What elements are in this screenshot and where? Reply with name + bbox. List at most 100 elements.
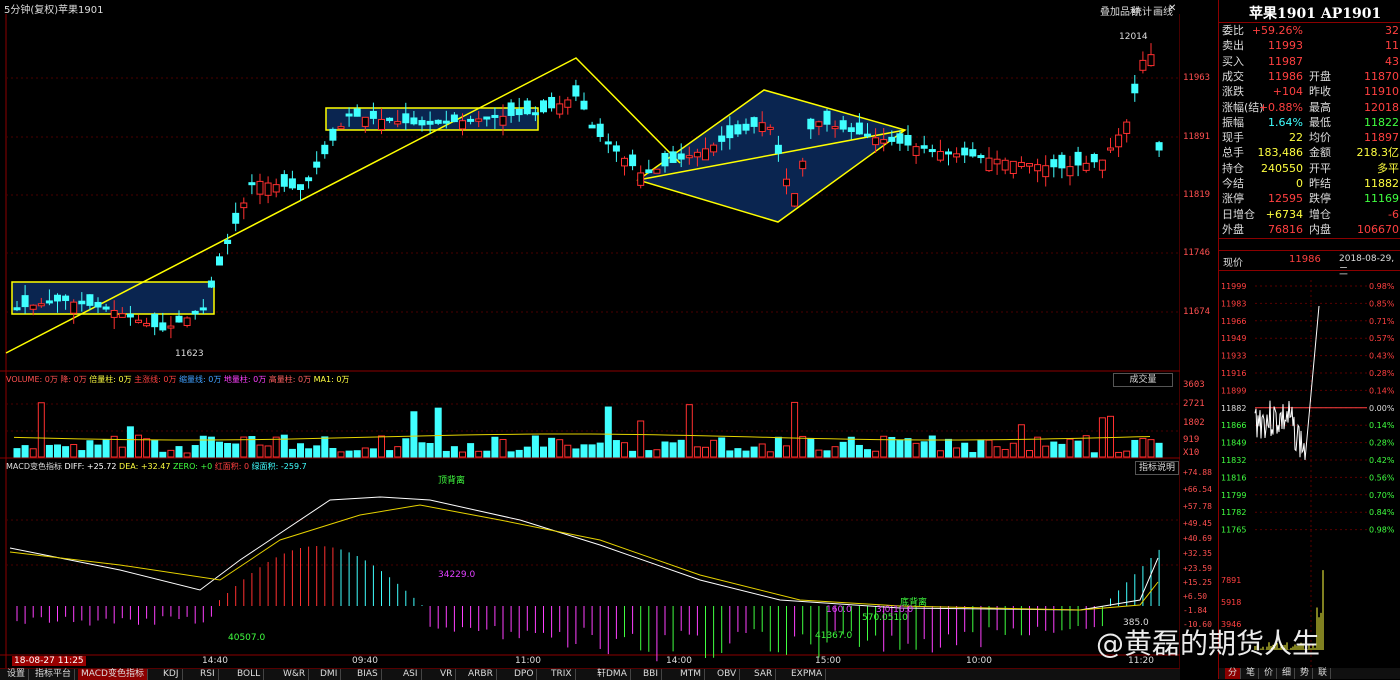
candle bbox=[402, 113, 410, 124]
intraday-vol-tick: 5918 bbox=[1221, 598, 1241, 607]
quote-tab[interactable]: 势 bbox=[1297, 668, 1314, 679]
quote-tab[interactable]: 笔 bbox=[1243, 668, 1260, 679]
candle bbox=[945, 151, 952, 155]
indicator-tab[interactable]: RSI bbox=[197, 669, 219, 680]
volume-bar bbox=[135, 434, 142, 458]
volume-bar bbox=[645, 450, 653, 458]
price-tick: 11746 bbox=[1183, 248, 1211, 258]
indicator-tab[interactable]: SAR bbox=[751, 669, 777, 680]
macd-name[interactable]: MACD变色指标 bbox=[6, 462, 62, 471]
volume-bar bbox=[783, 445, 790, 458]
quote-value: 22 bbox=[1289, 131, 1303, 145]
intraday-price-tick: 11949 bbox=[1221, 334, 1246, 343]
quote-label: 委比 bbox=[1222, 24, 1244, 37]
candle bbox=[1026, 163, 1033, 167]
volume-legend-item: 高量柱: 0万 bbox=[268, 375, 312, 384]
indicator-tab[interactable]: BOLL bbox=[234, 669, 265, 680]
candle bbox=[483, 116, 491, 120]
volume-tick: X10 bbox=[1183, 448, 1200, 458]
quote-row: 成交 11986 开盘 11870 bbox=[1219, 69, 1399, 84]
indicator-tab[interactable]: KDJ bbox=[160, 669, 183, 680]
intraday-pct-tick: 0.43% bbox=[1369, 352, 1395, 361]
volume-bar bbox=[1139, 437, 1147, 458]
quote-label: 开平 bbox=[1309, 161, 1331, 175]
candle bbox=[637, 172, 645, 186]
indicator-tab[interactable]: DMI bbox=[317, 669, 342, 680]
indicator-tab[interactable]: BBI bbox=[640, 669, 663, 680]
candle bbox=[896, 133, 904, 144]
indicator-tab[interactable]: MTM bbox=[677, 669, 706, 680]
candle bbox=[645, 169, 653, 174]
indicator-tab[interactable]: MACD变色指标 bbox=[78, 669, 148, 680]
volume-bar bbox=[288, 448, 296, 458]
macd-tick: +15.25 bbox=[1183, 578, 1212, 587]
candle bbox=[880, 139, 888, 144]
candle bbox=[888, 136, 896, 142]
indicator-tab[interactable]: TRIX bbox=[548, 669, 576, 680]
indicator-tab[interactable]: W&R bbox=[280, 669, 310, 680]
indicator-tab[interactable]: 指标平台 bbox=[32, 669, 76, 680]
quote-row: 总手 183,486 金额 218.3亿 bbox=[1219, 145, 1399, 160]
candle bbox=[1082, 162, 1090, 171]
intraday-pct-tick: 0.56% bbox=[1369, 473, 1395, 482]
quote-tab[interactable]: 细 bbox=[1279, 668, 1296, 679]
quote-label: 内盘 bbox=[1309, 222, 1331, 236]
volume-bar bbox=[791, 401, 799, 458]
candle bbox=[661, 152, 669, 167]
candle bbox=[151, 313, 159, 328]
volume-bar bbox=[669, 442, 677, 458]
quote-title: 苹果1901 AP1901 bbox=[1249, 6, 1382, 22]
volume-bar bbox=[540, 446, 547, 458]
quote-panel: 苹果1901 AP1901 委比 +59.26% 32 卖出 11993 11 买入 1198… bbox=[1218, 0, 1400, 679]
volume-legend-item: 地量柱: 0万 bbox=[223, 375, 267, 384]
candle bbox=[507, 102, 515, 116]
macd-tick: +74.88 bbox=[1183, 468, 1212, 477]
volume-bar bbox=[734, 448, 742, 458]
macd-dea: DEA: +32.47 bbox=[119, 462, 171, 471]
indicator-tab[interactable]: ARBR bbox=[465, 669, 497, 680]
candle bbox=[864, 133, 871, 137]
indicator-tab[interactable]: ASI bbox=[400, 669, 422, 680]
candle bbox=[240, 202, 248, 209]
candle bbox=[718, 135, 726, 142]
price-tick: 11891 bbox=[1183, 132, 1211, 142]
indicator-tab[interactable]: 轩DMA bbox=[594, 669, 631, 680]
indicator-tab[interactable]: EXPMA bbox=[788, 669, 827, 680]
candle bbox=[118, 313, 126, 318]
indicator-tab[interactable]: DPO bbox=[511, 669, 538, 680]
candle bbox=[288, 178, 296, 189]
candle bbox=[621, 157, 628, 167]
intraday-chart[interactable]: 11999 0.98% 11983 0.85% 11966 0.71% 11949 0.57%… bbox=[1219, 270, 1400, 668]
macd-header: MACD变色指标 DIFF: +25.72 DEA: +32.47 ZERO: … bbox=[6, 461, 307, 473]
volume-bar bbox=[726, 450, 734, 458]
candle bbox=[1050, 159, 1058, 168]
volume-bar bbox=[864, 449, 871, 458]
volume-bar bbox=[491, 436, 499, 458]
candle bbox=[1042, 165, 1050, 178]
quote-row: 涨跌 +104 昨收 11910 bbox=[1219, 84, 1399, 99]
volume-bar bbox=[62, 446, 70, 458]
volume-bar bbox=[888, 436, 896, 458]
quote-tab[interactable]: 价 bbox=[1261, 668, 1278, 679]
indicator-help-button[interactable]: 指标说明 bbox=[1135, 461, 1179, 475]
volume-bar bbox=[531, 435, 539, 458]
quote-value: +6734 bbox=[1265, 207, 1303, 221]
candle bbox=[345, 113, 353, 117]
volume-bar bbox=[232, 443, 240, 458]
quote-row: 现手 22 均价 11897 bbox=[1219, 130, 1399, 145]
volume-button[interactable]: 成交量 bbox=[1113, 373, 1173, 387]
candle bbox=[807, 118, 815, 130]
indicator-tab[interactable]: OBV bbox=[714, 669, 741, 680]
volume-tick: 919 bbox=[1183, 435, 1200, 445]
candle bbox=[993, 158, 1001, 165]
indicator-tab[interactable]: 设置 bbox=[4, 669, 30, 680]
quote-tab[interactable]: 联 bbox=[1315, 668, 1332, 679]
quote-tab[interactable]: 分 bbox=[1225, 668, 1242, 679]
indicator-tab[interactable]: VR bbox=[437, 669, 457, 680]
volume-bar bbox=[815, 449, 823, 458]
intraday-pct-tick: 0.70% bbox=[1369, 491, 1395, 500]
indicator-tab[interactable]: BIAS bbox=[354, 669, 382, 680]
intraday-pct-tick: 0.98% bbox=[1369, 526, 1395, 535]
main-chart[interactable]: 12014 11623 顶背离 底背离 34229.0 40507.0 4136… bbox=[0, 0, 1180, 668]
candle bbox=[1058, 154, 1066, 169]
